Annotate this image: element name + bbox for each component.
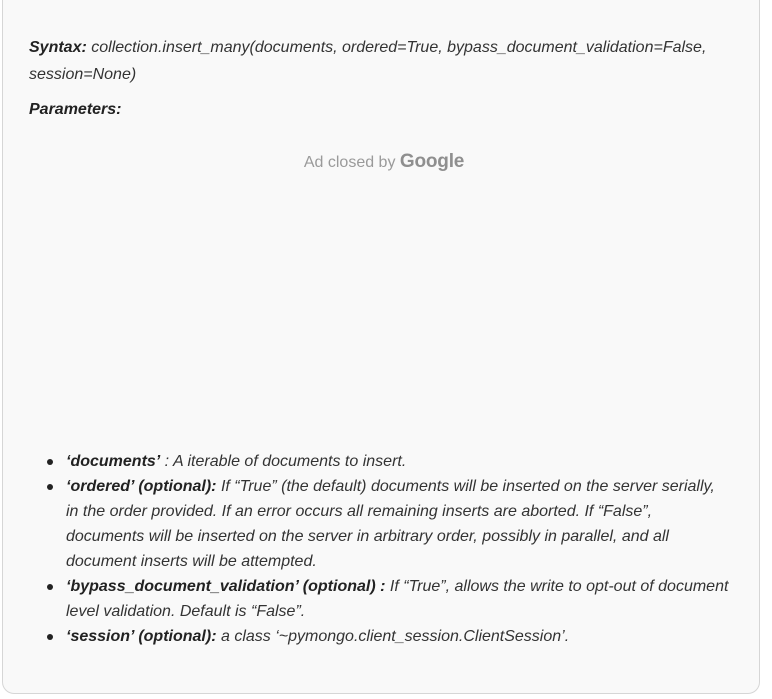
param-description: a class ‘~pymongo.client_session.ClientS… [216, 628, 570, 645]
param-name: ‘bypass_document_validation’ (optional) … [66, 578, 386, 595]
list-item: ‘documents’ : A iterable of documents to… [29, 449, 729, 474]
bullet-icon [47, 634, 53, 640]
param-name: ‘documents’ [66, 453, 161, 470]
syntax-label: Syntax: [29, 39, 87, 56]
ad-closed-notice: Ad closed by Google [5, 151, 763, 173]
param-name: ‘ordered’ (optional): [66, 478, 217, 495]
google-logo: Google [399, 151, 465, 172]
bullet-icon [47, 459, 53, 465]
ad-closed-text: Ad closed by [303, 154, 400, 171]
parameters-label: Parameters: [29, 101, 122, 118]
ad-placeholder: Ad closed by Google [5, 139, 763, 439]
list-item: ‘bypass_document_validation’ (optional) … [29, 574, 729, 624]
syntax-code: collection.insert_many(documents, ordere… [29, 39, 707, 83]
bullet-icon [47, 584, 53, 590]
bullet-icon [47, 484, 53, 490]
syntax-line: Syntax: collection.insert_many(documents… [29, 34, 729, 88]
list-item: ‘ordered’ (optional): If “True” (the def… [29, 474, 729, 574]
article-body: Syntax: collection.insert_many(documents… [29, 34, 729, 123]
param-description: : A iterable of documents to insert. [160, 453, 407, 470]
parameter-list: ‘documents’ : A iterable of documents to… [29, 449, 729, 649]
parameters-heading: Parameters: [29, 96, 729, 123]
list-item: ‘session’ (optional): a class ‘~pymongo.… [29, 624, 729, 649]
param-name: ‘session’ (optional): [66, 628, 217, 645]
